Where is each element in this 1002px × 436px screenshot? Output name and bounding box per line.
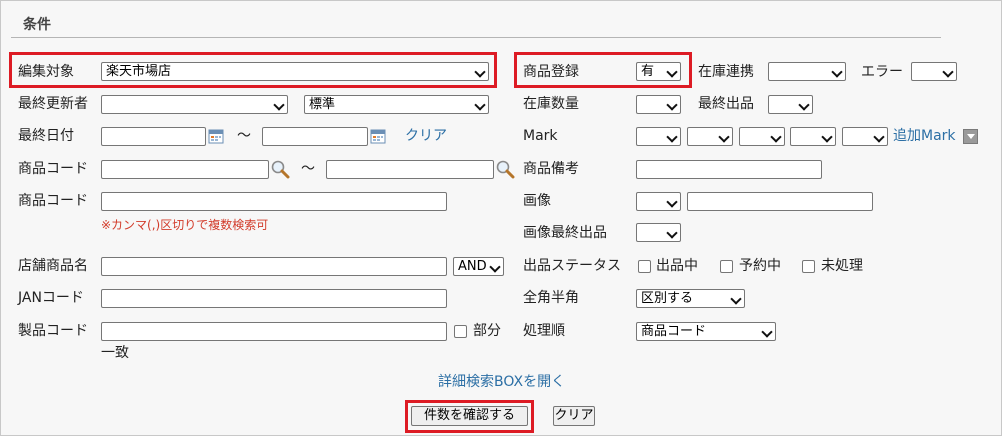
section-title: 条件 <box>23 17 51 33</box>
chevron-down-icon <box>823 133 831 141</box>
last-updater-select[interactable] <box>101 95 288 114</box>
search-conditions-panel: 条件 編集対象 楽天市場店 商品登録 有 在庫連携 エラー 最終更新者 標準 在… <box>0 0 1002 436</box>
processing-order-value: 商品コード <box>641 324 707 339</box>
and-or-value: AND <box>458 259 487 274</box>
product-code-from-input[interactable] <box>101 160 269 179</box>
last-listing-label: 最終出品 <box>698 96 754 112</box>
status-reserved-checkbox[interactable] <box>720 260 733 273</box>
partial-match-label-cont: 一致 <box>101 345 129 361</box>
last-date-from-input[interactable] <box>101 127 206 146</box>
mark-select-3[interactable] <box>739 127 785 146</box>
status-reserved-label: 予約中 <box>739 258 781 274</box>
chevron-down-icon <box>772 133 780 141</box>
clear-button[interactable]: クリア <box>553 406 595 426</box>
mark-select-4[interactable] <box>790 127 836 146</box>
comma-search-note: ※カンマ(,)区切りで複数検索可 <box>101 218 269 232</box>
mfg-code-label: 製品コード <box>18 323 88 339</box>
standard-select[interactable]: 標準 <box>304 95 489 114</box>
listing-status-label: 出品ステータス <box>523 258 621 274</box>
chevron-down-icon <box>668 101 676 109</box>
stock-link-label: 在庫連携 <box>698 64 754 80</box>
error-label: エラー <box>861 64 903 80</box>
add-mark-link[interactable]: 追加Mark <box>893 127 956 145</box>
calendar-icon[interactable] <box>208 128 224 144</box>
chevron-down-icon <box>491 263 499 271</box>
chevron-down-icon <box>668 198 676 206</box>
date-range-tilde: ～ <box>237 128 251 144</box>
chevron-down-icon <box>275 101 283 109</box>
chevron-down-icon <box>732 295 740 303</box>
chevron-down-icon <box>763 328 771 336</box>
last-date-label: 最終日付 <box>18 128 74 144</box>
product-code-to-input[interactable] <box>326 160 494 179</box>
chevron-down-icon <box>668 133 676 141</box>
width-mode-select[interactable]: 区別する <box>636 289 745 308</box>
image-last-listing-select[interactable] <box>636 223 681 242</box>
mark-select-5[interactable] <box>842 127 888 146</box>
stock-quantity-label: 在庫数量 <box>523 96 579 112</box>
search-icon[interactable] <box>495 159 515 179</box>
and-or-select[interactable]: AND <box>453 257 504 276</box>
last-date-to-input[interactable] <box>262 127 368 146</box>
detail-search-link[interactable]: 詳細検索BOXを開く <box>438 373 565 391</box>
product-note-input[interactable] <box>636 160 822 179</box>
width-mode-label: 全角半角 <box>523 290 579 306</box>
mark-label: Mark <box>523 128 558 144</box>
chevron-down-icon <box>833 68 841 76</box>
chevron-down-icon <box>800 101 808 109</box>
partial-match-checkbox[interactable] <box>454 325 467 338</box>
store-product-name-label: 店舗商品名 <box>18 258 88 274</box>
product-code-range-label: 商品コード <box>18 161 88 177</box>
product-note-label: 商品備考 <box>523 161 579 177</box>
chevron-down-icon <box>720 133 728 141</box>
processing-order-select[interactable]: 商品コード <box>636 322 776 341</box>
processing-order-label: 処理順 <box>523 323 565 339</box>
status-listing-label: 出品中 <box>656 258 698 274</box>
image-label: 画像 <box>523 193 551 209</box>
last-listing-select[interactable] <box>768 95 813 114</box>
standard-value: 標準 <box>309 97 336 112</box>
calendar-icon[interactable] <box>370 128 386 144</box>
product-code-label: 商品コード <box>18 193 88 209</box>
partial-match-label: 部分 <box>473 323 501 339</box>
image-select[interactable] <box>636 192 681 211</box>
image-input[interactable] <box>687 192 873 211</box>
chevron-down-icon <box>668 229 676 237</box>
stock-quantity-select[interactable] <box>636 95 681 114</box>
status-unprocessed-checkbox[interactable] <box>802 260 815 273</box>
mfg-code-input[interactable] <box>101 322 447 341</box>
chevron-down-icon <box>875 133 883 141</box>
error-select[interactable] <box>911 62 957 81</box>
width-mode-value: 区別する <box>641 291 694 306</box>
jan-code-label: JANコード <box>18 290 84 306</box>
stock-link-select[interactable] <box>768 62 846 81</box>
date-clear-link[interactable]: クリア <box>405 127 447 145</box>
highlight-product-registration <box>514 52 692 88</box>
last-updater-label: 最終更新者 <box>18 96 88 112</box>
chevron-down-icon <box>944 68 952 76</box>
product-code-input[interactable] <box>101 192 447 211</box>
dropdown-toggle-icon[interactable] <box>963 129 978 144</box>
highlight-edit-target <box>9 52 497 88</box>
status-unprocessed-label: 未処理 <box>821 258 863 274</box>
title-divider <box>11 37 941 38</box>
mark-select-2[interactable] <box>687 127 733 146</box>
mark-select-1[interactable] <box>636 127 681 146</box>
search-icon[interactable] <box>270 159 290 179</box>
product-code-range-tilde: ～ <box>301 161 315 177</box>
jan-code-input[interactable] <box>101 289 447 308</box>
chevron-down-icon <box>476 101 484 109</box>
image-last-listing-label: 画像最終出品 <box>523 225 607 241</box>
store-product-name-input[interactable] <box>101 257 447 276</box>
highlight-confirm-button <box>405 400 534 433</box>
status-listing-checkbox[interactable] <box>638 260 651 273</box>
